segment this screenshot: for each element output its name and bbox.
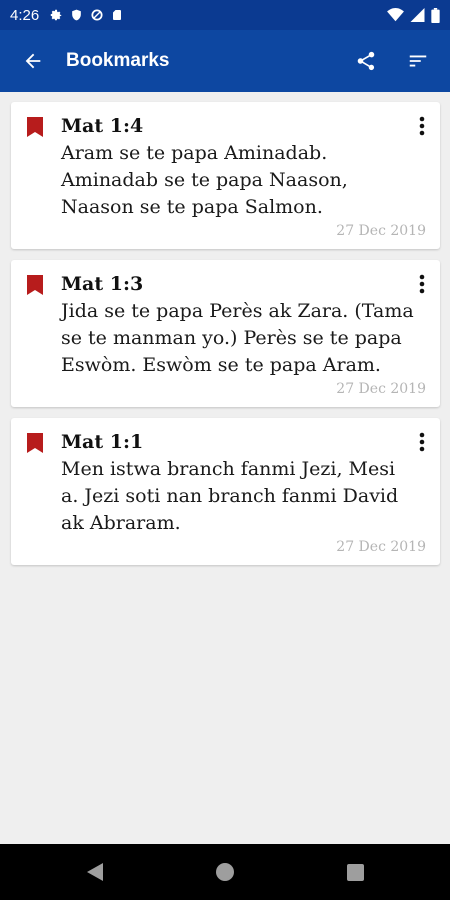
data-saver-icon — [91, 9, 103, 21]
page-title: Bookmarks — [66, 50, 170, 71]
sd-card-icon — [113, 10, 122, 20]
nav-back-button[interactable] — [30, 844, 160, 900]
share-button[interactable] — [340, 30, 392, 92]
more-vert-icon — [419, 116, 425, 136]
settings-icon — [50, 9, 62, 21]
nav-recents-icon — [346, 863, 364, 881]
verse-text: Aram se te papa Aminadab. Aminadab se te… — [61, 142, 348, 218]
system-nav-bar — [0, 844, 450, 900]
bookmark-card[interactable]: Mat 1:3 Jida se te papa Perès ak Zara. (… — [11, 260, 440, 407]
more-vert-icon — [419, 274, 425, 294]
sort-icon — [409, 55, 427, 67]
verse-text: Jida se te papa Perès ak Zara. (Tama se … — [61, 300, 414, 376]
nav-recents-button[interactable] — [290, 844, 420, 900]
signal-icon — [410, 8, 425, 22]
share-icon — [357, 51, 375, 71]
bookmark-date: 27 Dec 2019 — [336, 381, 426, 397]
battery-icon — [431, 7, 440, 23]
bookmark-icon — [27, 117, 43, 137]
bookmark-menu-button[interactable] — [410, 272, 434, 296]
bookmark-icon — [27, 275, 43, 295]
status-time: 4:26 — [10, 6, 40, 24]
nav-home-icon — [216, 863, 234, 881]
status-notification-icons — [49, 8, 123, 22]
verse-text: Men istwa branch fanmi Jezi, Mesi a. Jez… — [61, 458, 399, 534]
bookmark-card[interactable]: Mat 1:1 Men istwa branch fanmi Jezi, Mes… — [11, 418, 440, 565]
verse-reference: Mat 1:3 — [61, 273, 144, 295]
bookmark-menu-button[interactable] — [410, 114, 434, 138]
status-bar: 4:26 — [0, 0, 450, 30]
back-button[interactable] — [0, 30, 66, 92]
arrow-back-icon — [25, 53, 41, 69]
status-system-icons — [387, 7, 440, 23]
verse-reference: Mat 1:1 — [61, 431, 144, 453]
bookmark-icon — [27, 433, 43, 453]
more-vert-icon — [419, 432, 425, 452]
shield-icon — [72, 9, 82, 21]
verse-reference: Mat 1:4 — [61, 115, 144, 137]
sort-button[interactable] — [392, 30, 444, 92]
nav-back-icon — [87, 863, 103, 881]
nav-home-button[interactable] — [160, 844, 290, 900]
app-bar: Bookmarks — [0, 30, 450, 92]
bookmark-menu-button[interactable] — [410, 430, 434, 454]
bookmark-list: Mat 1:4 Aram se te papa Aminadab. Aminad… — [11, 102, 440, 576]
bookmark-card[interactable]: Mat 1:4 Aram se te papa Aminadab. Aminad… — [11, 102, 440, 249]
bookmark-date: 27 Dec 2019 — [336, 223, 426, 239]
wifi-icon — [387, 8, 404, 22]
bookmark-date: 27 Dec 2019 — [336, 539, 426, 555]
